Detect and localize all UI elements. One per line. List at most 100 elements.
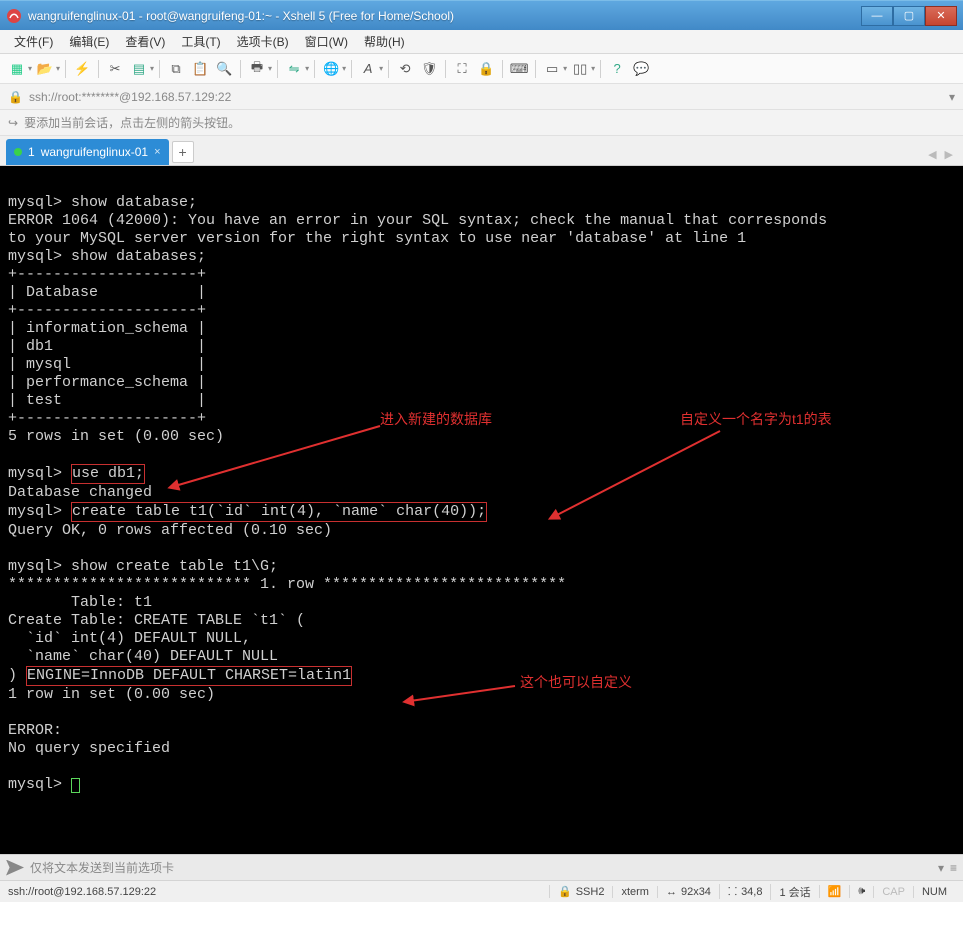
fullscreen-icon[interactable]: ⛶ (451, 58, 473, 80)
highlight-use-db: use db1; (71, 464, 145, 484)
status-ssh: 🔒SSH2 (549, 885, 612, 898)
paste-icon[interactable]: 📋 (189, 58, 211, 80)
address-bar: 🔒 ssh://root:********@192.168.57.129:22 … (0, 84, 963, 110)
term-line: 1 row in set (0.00 sec) (8, 686, 215, 703)
properties-icon[interactable]: ▤ (128, 58, 150, 80)
globe-icon[interactable]: 🌐 (320, 58, 342, 80)
send-icon[interactable] (6, 860, 24, 876)
refresh-icon[interactable]: ⟲ (394, 58, 416, 80)
new-session-icon[interactable]: ▦ (6, 58, 28, 80)
term-line: mysql> show create table t1\G; (8, 558, 278, 575)
status-term: xterm (612, 886, 657, 898)
term-line: +--------------------+ (8, 266, 206, 283)
layout2-icon[interactable]: ▯▯ (569, 58, 591, 80)
app-icon (6, 8, 22, 24)
tab-close-icon[interactable]: × (154, 146, 160, 158)
keyboard-icon[interactable]: ⌨ (508, 58, 530, 80)
send-menu-icon[interactable]: ≡ (950, 861, 957, 875)
tab-prev-icon[interactable]: ◀ (924, 148, 940, 165)
term-line: mysql> show database; (8, 194, 197, 211)
term-line: Create Table: CREATE TABLE `t1` ( (8, 612, 305, 629)
term-prompt: mysql> (8, 503, 71, 520)
status-num: NUM (913, 886, 955, 898)
term-line: Table: t1 (8, 594, 152, 611)
annotation-2: 自定义一个名字为t1的表 (680, 410, 832, 428)
menubar: 文件(F) 编辑(E) 查看(V) 工具(T) 选项卡(B) 窗口(W) 帮助(… (0, 30, 963, 54)
window-titlebar: wangruifenglinux-01 - root@wangruifeng-0… (0, 0, 963, 30)
window-buttons: — ▢ ✕ (861, 6, 957, 26)
print-icon[interactable]: 🖶 (246, 58, 268, 80)
menu-tools[interactable]: 工具(T) (173, 31, 228, 52)
tab-label: wangruifenglinux-01 (41, 145, 148, 159)
status-signal-icon: 📶 (819, 885, 850, 898)
menu-help[interactable]: 帮助(H) (356, 31, 413, 52)
term-line: ERROR 1064 (42000): You have an error in… (8, 212, 827, 229)
tab-index: 1 (28, 145, 35, 159)
term-line: +--------------------+ (8, 410, 206, 427)
cut-icon[interactable]: ✂ (104, 58, 126, 80)
status-path: ssh://root@192.168.57.129:22 (8, 886, 549, 898)
term-line: Query OK, 0 rows affected (0.10 sec) (8, 522, 332, 539)
term-line: +--------------------+ (8, 302, 206, 319)
font-icon[interactable]: A (357, 58, 379, 80)
term-line: | performance_schema | (8, 374, 206, 391)
lock-icon[interactable]: 🔒 (475, 58, 497, 80)
maximize-button[interactable]: ▢ (893, 6, 925, 26)
arrow-hint-icon[interactable]: ↪ (8, 116, 18, 130)
session-tab[interactable]: 1 wangruifenglinux-01 × (6, 139, 169, 165)
arrow-3 (400, 681, 530, 711)
term-line: mysql> show databases; (8, 248, 206, 265)
reconnect-icon[interactable]: ⚡ (71, 58, 93, 80)
term-prompt: mysql> (8, 465, 71, 482)
help-icon[interactable]: ? (606, 58, 628, 80)
copy-icon[interactable]: ⧉ (165, 58, 187, 80)
minimize-button[interactable]: — (861, 6, 893, 26)
term-line: | db1 | (8, 338, 206, 355)
close-button[interactable]: ✕ (925, 6, 957, 26)
term-line: | information_schema | (8, 320, 206, 337)
menu-file[interactable]: 文件(F) (6, 31, 61, 52)
menu-view[interactable]: 查看(V) (117, 31, 173, 52)
highlight-create-table: create table t1(`id` int(4), `name` char… (71, 502, 487, 522)
term-line: *************************** 1. row *****… (8, 576, 566, 593)
term-prompt: ) (8, 667, 26, 684)
tab-next-icon[interactable]: ▶ (941, 148, 957, 165)
term-line: | mysql | (8, 356, 206, 373)
status-bar: ssh://root@192.168.57.129:22 🔒SSH2 xterm… (0, 880, 963, 902)
open-icon[interactable]: 📂 (34, 58, 56, 80)
term-line: | test | (8, 392, 206, 409)
transfer-icon[interactable]: ⇋ (283, 58, 305, 80)
find-icon[interactable]: 🔍 (213, 58, 235, 80)
hint-bar: ↪ 要添加当前会话，点击左侧的箭头按钮。 (0, 110, 963, 136)
address-path[interactable]: ssh://root:********@192.168.57.129:22 (29, 90, 949, 104)
term-line: Database changed (8, 484, 152, 501)
cursor (71, 778, 80, 793)
tips-icon[interactable]: 💬 (630, 58, 652, 80)
status-pos: ⸬34,8 (719, 884, 771, 899)
terminal[interactable]: mysql> show database; ERROR 1064 (42000)… (0, 166, 963, 854)
lock-small-icon: 🔒 (8, 90, 23, 104)
window-title: wangruifenglinux-01 - root@wangruifeng-0… (28, 9, 861, 23)
status-sessions: 1 会话 (770, 884, 818, 900)
send-dropdown-icon[interactable]: ▾ (932, 861, 950, 875)
term-line: `id` int(4) DEFAULT NULL, (8, 630, 251, 647)
addr-dropdown-icon[interactable]: ▾ (949, 90, 955, 104)
menu-window[interactable]: 窗口(W) (297, 31, 356, 52)
tab-bar: 1 wangruifenglinux-01 × + ◀ ▶ (0, 136, 963, 166)
send-input[interactable]: 仅将文本发送到当前选项卡 (30, 859, 932, 876)
status-net-icon: 🕪 (849, 885, 873, 898)
menu-tabs[interactable]: 选项卡(B) (229, 31, 297, 52)
status-size: ↔92x34 (657, 886, 719, 898)
term-line: | Database | (8, 284, 206, 301)
new-tab-button[interactable]: + (172, 141, 194, 163)
annotation-3: 这个也可以自定义 (520, 673, 632, 691)
shield-icon[interactable]: 🛡 (418, 58, 440, 80)
status-cap: CAP (873, 886, 913, 898)
send-bar: 仅将文本发送到当前选项卡 ▾ ≡ (0, 854, 963, 880)
hint-text: 要添加当前会话，点击左侧的箭头按钮。 (24, 114, 240, 131)
menu-edit[interactable]: 编辑(E) (61, 31, 117, 52)
term-line: ERROR: (8, 722, 62, 739)
term-prompt: mysql> (8, 776, 71, 793)
layout1-icon[interactable]: ▭ (541, 58, 563, 80)
tab-status-icon (14, 148, 22, 156)
